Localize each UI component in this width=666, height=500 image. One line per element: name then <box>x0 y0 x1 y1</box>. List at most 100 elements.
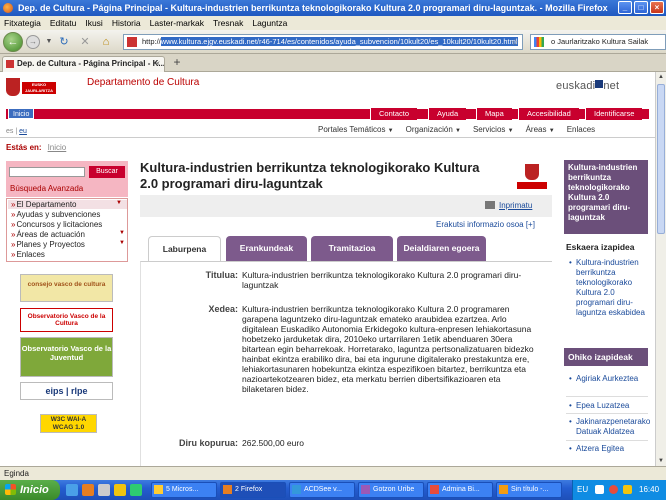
site-search-input[interactable] <box>9 167 85 177</box>
banner-observatorio-juventud[interactable]: Observatorio Vasco de la Juventud <box>20 337 113 377</box>
tab-close-icon[interactable]: × <box>155 57 160 71</box>
banner-wai-a[interactable]: W3C WAI-A WCAG 1.0 <box>40 414 97 433</box>
nav-organizacion[interactable]: Organización ▼ <box>406 125 461 134</box>
quicklaunch-app-icon[interactable] <box>130 484 142 496</box>
menu-view[interactable]: Ikusi <box>85 18 102 28</box>
nav-areas[interactable]: Áreas ▼ <box>526 125 555 134</box>
start-button[interactable]: Inicio <box>0 480 60 500</box>
taskbar-item-acdsee[interactable]: ACDSee v... <box>289 482 355 498</box>
home-icon[interactable]: ⌂ <box>99 35 113 49</box>
procedure-label: Epea Luzatzea <box>576 401 630 410</box>
vertical-scrollbar[interactable]: ▲ ▼ <box>655 72 666 466</box>
new-tab-button[interactable]: + <box>170 56 184 70</box>
forward-arrow-icon[interactable]: → <box>26 35 40 49</box>
print-label: Inprimatu <box>499 201 533 210</box>
scrollbar-thumb[interactable] <box>657 84 665 234</box>
quicklaunch-firefox-icon[interactable] <box>82 484 94 496</box>
windows-logo-icon <box>5 484 16 495</box>
tray-volume-icon[interactable] <box>623 485 632 494</box>
home-link[interactable]: Inicio <box>8 108 35 119</box>
taskbar-item-firefox[interactable]: 2 Firefox <box>220 482 286 498</box>
tray-network-icon[interactable] <box>595 485 604 494</box>
government-logo[interactable]: EUSKO JAURLARITZA GOBIERNO VASCO <box>6 78 56 105</box>
procedure-link-agiriak[interactable]: • Agiriak Aurkeztea <box>569 374 653 384</box>
scroll-down-icon[interactable]: ▼ <box>656 456 666 466</box>
procedure-link-atzera[interactable]: • Atzera Egitea <box>569 444 653 454</box>
taskbar-item-admina[interactable]: Admina Bi... <box>427 482 493 498</box>
nav-areas-label: Áreas <box>525 125 547 134</box>
menu-help[interactable]: Laguntza <box>252 18 287 28</box>
tab-tramitazioa[interactable]: Tramitazioa <box>311 236 393 261</box>
browser-tab-title: Dep. de Cultura - Página Principal - K..… <box>17 59 165 68</box>
history-dropdown-icon[interactable]: ▼ <box>42 35 56 49</box>
sidebar-item-enlaces[interactable]: »Enlaces <box>11 250 45 259</box>
search-button[interactable]: Buscar <box>89 166 125 178</box>
help-link[interactable]: Ayuda <box>428 108 467 120</box>
nav-servicios[interactable]: Servicios ▼ <box>473 125 514 134</box>
menu-file[interactable]: Fitxategia <box>4 18 41 28</box>
sidebar-menu: »El Departamento ▼ »Ayudas y subvenciones… <box>6 198 128 262</box>
sidebar-item-departamento[interactable]: »El Departamento ▼ <box>8 200 127 209</box>
close-button[interactable]: × <box>650 1 664 14</box>
language-indicator[interactable]: EU <box>577 480 588 500</box>
bookmark-star-icon[interactable]: ☆ <box>511 35 519 49</box>
lang-eu[interactable]: eu <box>19 128 27 135</box>
reload-icon[interactable]: ↻ <box>57 35 71 49</box>
top-navigation: Portales Temáticos ▼ Organización ▼ Serv… <box>318 125 595 134</box>
application-form-link[interactable]: • Kultura-industrien berrikuntza teknolog… <box>569 258 645 318</box>
tray-antivirus-icon[interactable] <box>609 485 618 494</box>
tab-erankundeak[interactable]: Erankundeak <box>226 236 307 261</box>
search-box[interactable]: o Jaurlaritzako Kultura Sailak <box>530 34 666 50</box>
login-link[interactable]: Identificarse <box>585 108 643 120</box>
tab-deialdiaren-egoera[interactable]: Deialdiaren egoera <box>397 236 486 261</box>
breadcrumb-home-link[interactable]: Inicio <box>48 143 67 152</box>
procedure-link-jakinarazpenak[interactable]: • Jakinarazpenetarako Datuak Aldatzea <box>569 417 653 437</box>
contact-link[interactable]: Contacto <box>370 108 418 120</box>
menu-bar: Fitxategia Editatu Ikusi Historia Laster… <box>0 16 666 30</box>
tab-laburpena[interactable]: Laburpena <box>148 236 221 261</box>
minimize-button[interactable]: _ <box>618 1 632 14</box>
taskbar-item-word[interactable]: 5 Micros... <box>151 482 217 498</box>
taskbar-item-label: Gotzon Uribe <box>373 486 415 493</box>
menu-tools[interactable]: Tresnak <box>213 18 243 28</box>
euskadi-net-logo[interactable]: euskadi net <box>556 80 619 92</box>
procedure-link-epea[interactable]: • Epea Luzatzea <box>569 401 653 411</box>
taskbar-item-sin-titulo[interactable]: Sin título -... <box>496 482 562 498</box>
page-viewport: EUSKO JAURLARITZA GOBIERNO VASCO Departa… <box>0 72 655 466</box>
banner-eips-rlpe[interactable]: eips | rlpe <box>20 382 113 400</box>
sidebar-item-areas[interactable]: »Áreas de actuación ▼ <box>11 230 125 239</box>
nav-enlaces[interactable]: Enlaces <box>567 125 595 134</box>
separator <box>566 396 648 397</box>
search-engine-icon[interactable] <box>534 37 544 47</box>
sidebar-item-planes[interactable]: »Planes y Proyectos ▼ <box>11 240 125 249</box>
back-arrow-icon[interactable]: ← <box>3 32 23 52</box>
nav-portales[interactable]: Portales Temáticos ▼ <box>318 125 394 134</box>
show-more-info-link[interactable]: Erakutsi informazio osoa [+] <box>436 220 535 229</box>
sidebar-item-ayudas[interactable]: »Ayudas y subvenciones <box>11 210 100 219</box>
quicklaunch-ie-icon[interactable] <box>66 484 78 496</box>
url-bar[interactable]: http://www.kultura.ejgv.euskadi.net/r46-… <box>123 34 523 50</box>
quicklaunch-folder-icon[interactable] <box>114 484 126 496</box>
banner-observatorio-cultura[interactable]: Observatorio Vasco de la Cultura <box>20 308 113 332</box>
sidebar-item-concursos[interactable]: »Concursos y licitaciones <box>11 220 102 229</box>
browser-tab[interactable]: Dep. de Cultura - Página Principal - K..… <box>2 56 165 72</box>
maximize-button[interactable]: □ <box>634 1 648 14</box>
advanced-search-link[interactable]: Búsqueda Avanzada <box>10 184 83 193</box>
quicklaunch-desktop-icon[interactable] <box>98 484 110 496</box>
map-link[interactable]: Mapa <box>476 108 512 120</box>
sidebar-item-label: Áreas de actuación <box>16 230 85 239</box>
scroll-up-icon[interactable]: ▲ <box>656 72 666 82</box>
lang-es[interactable]: es <box>6 128 13 135</box>
taskbar-item-gotzon[interactable]: Gotzon Uribe <box>358 482 424 498</box>
print-link[interactable]: Inprimatu <box>485 201 532 210</box>
menu-edit[interactable]: Editatu <box>50 18 76 28</box>
word-icon <box>154 485 163 494</box>
chevron-down-icon: ▼ <box>507 128 514 134</box>
stop-icon[interactable]: ✕ <box>78 35 92 49</box>
sidebar-item-label: Planes y Proyectos <box>16 240 85 249</box>
menu-bookmarks[interactable]: Laster-markak <box>150 18 204 28</box>
accessibility-link[interactable]: Accesibilidad <box>518 108 579 120</box>
menu-history[interactable]: Historia <box>112 18 141 28</box>
window-title-bar: Dep. de Cultura - Página Principal - Kul… <box>0 0 666 16</box>
banner-consejo-vasco-cultura[interactable]: consejo vasco de cultura <box>20 274 113 302</box>
